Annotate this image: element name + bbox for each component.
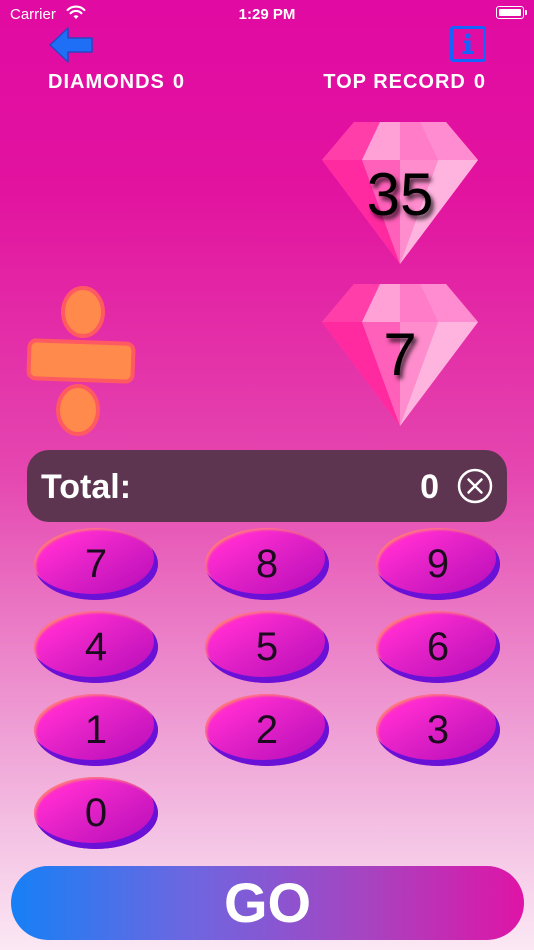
diamonds-value: 0 [172, 71, 186, 93]
info-button[interactable] [450, 26, 486, 62]
back-button[interactable] [48, 26, 94, 64]
operand-1-diamond: 35 [318, 118, 482, 266]
key-label: 8 [255, 542, 279, 586]
key-label: 0 [84, 791, 108, 835]
top-record-value: 0 [473, 71, 486, 93]
key-label: 1 [84, 708, 108, 752]
top-record-counter: TOP RECORD 0 [323, 71, 486, 94]
top-record-label: TOP RECORD [323, 71, 466, 93]
key-label: 2 [255, 708, 279, 752]
key-label: 6 [426, 625, 450, 669]
key-label: 7 [84, 542, 108, 586]
key-9[interactable]: 9 [376, 528, 500, 600]
key-label: 9 [426, 542, 450, 586]
key-label: 5 [255, 625, 279, 669]
go-button-label: GO [223, 871, 312, 934]
clock: 1:29 PM [238, 6, 296, 23]
key-7[interactable]: 7 [34, 528, 158, 600]
clear-circle-x-icon [457, 468, 493, 504]
divide-icon [25, 285, 137, 437]
key-5[interactable]: 5 [205, 611, 329, 683]
diamonds-label: DIAMONDS [48, 71, 165, 93]
operand-1-value: 35 [366, 161, 434, 228]
key-8[interactable]: 8 [205, 528, 329, 600]
key-0[interactable]: 0 [34, 777, 158, 849]
key-2[interactable]: 2 [205, 694, 329, 766]
key-label: 4 [84, 625, 108, 669]
back-arrow-icon [49, 27, 93, 63]
total-label: Total: [41, 468, 132, 506]
key-1[interactable]: 1 [34, 694, 158, 766]
total-value: 0 [420, 468, 439, 506]
key-6[interactable]: 6 [376, 611, 500, 683]
go-button[interactable]: GO [11, 866, 524, 940]
operand-2-diamond: 7 [318, 280, 482, 428]
key-4[interactable]: 4 [34, 611, 158, 683]
operand-2-value: 7 [383, 321, 417, 388]
total-display: Total: 0 [27, 450, 507, 522]
clear-button[interactable] [457, 468, 493, 504]
key-label: 3 [426, 708, 450, 752]
battery-icon [496, 6, 527, 19]
diamonds-counter: DIAMONDS 0 [48, 71, 185, 94]
key-3[interactable]: 3 [376, 694, 500, 766]
info-icon [462, 33, 474, 54]
